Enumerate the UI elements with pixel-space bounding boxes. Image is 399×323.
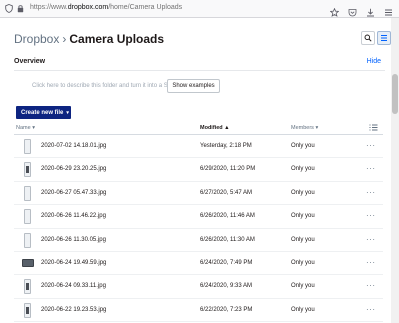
column-view-button[interactable]: [369, 124, 378, 133]
search-button[interactable]: [361, 31, 375, 45]
column-header-members[interactable]: Members ▾: [291, 125, 318, 131]
url-prefix: https://www.: [30, 4, 68, 11]
scrollbar-thumb[interactable]: [392, 74, 398, 114]
divider: [14, 70, 385, 71]
page-title: Camera Uploads: [69, 32, 165, 46]
file-name[interactable]: 2020-07-02 14.18.01.jpg: [41, 143, 106, 149]
file-modified: 6/24/2020, 7:49 PM: [200, 259, 253, 266]
table-row[interactable]: 2020-06-24 09.33.11.jpg 6/24/2020, 9:33 …: [14, 275, 383, 299]
column-header-modified[interactable]: Modified ▲: [200, 125, 230, 131]
table-row[interactable]: 2020-06-22 19.23.53.jpg 6/22/2020, 7:23 …: [14, 299, 383, 323]
url-text[interactable]: https://www.dropbox.com/home/Camera Uplo…: [30, 4, 182, 11]
file-members: Only you: [291, 306, 315, 313]
file-members: Only you: [291, 213, 315, 220]
file-name[interactable]: 2020-06-24 19.49.59.jpg: [41, 260, 106, 266]
file-members: Only you: [291, 259, 315, 266]
file-name[interactable]: 2020-06-29 23.20.25.jpg: [41, 166, 106, 172]
folder-description-placeholder[interactable]: Click here to describe this folder and t…: [32, 83, 181, 89]
file-name[interactable]: 2020-06-22 19.23.53.jpg: [41, 307, 106, 313]
url-host: dropbox.com: [67, 4, 109, 11]
image-thumbnail: [24, 279, 31, 295]
file-name[interactable]: 2020-06-24 09.33.11.jpg: [41, 283, 106, 289]
file-members: Only you: [291, 236, 315, 243]
scrollbar[interactable]: [391, 18, 399, 323]
image-thumbnail: [24, 209, 31, 225]
file-name[interactable]: 2020-06-27 05.47.33.jpg: [41, 190, 106, 196]
file-members: Only you: [291, 283, 315, 290]
more-options-icon[interactable]: ···: [366, 258, 376, 267]
create-new-file-button[interactable]: Create new file ▾: [16, 106, 71, 119]
search-icon: [364, 29, 372, 47]
table-row[interactable]: 2020-06-24 19.49.59.jpg 6/24/2020, 7:49 …: [14, 252, 383, 276]
table-row[interactable]: 2020-06-27 05.47.33.jpg 6/27/2020, 5:47 …: [14, 182, 383, 206]
file-members: Only you: [291, 143, 315, 149]
file-list: 2020-07-02 14.18.01.jpg Yesterday, 2:18 …: [14, 135, 383, 323]
more-options-icon[interactable]: ···: [366, 211, 376, 220]
image-thumbnail: [24, 232, 31, 248]
file-members: Only you: [291, 166, 315, 173]
create-new-file-label: Create new file: [21, 109, 64, 116]
file-modified: Yesterday, 2:18 PM: [200, 143, 252, 149]
table-row[interactable]: 2020-06-26 11.46.22.jpg 6/26/2020, 11:46…: [14, 205, 383, 229]
table-row[interactable]: 2020-06-26 11.30.05.jpg 6/26/2020, 11:30…: [14, 229, 383, 252]
url-path: /home/Camera Uploads: [108, 4, 183, 11]
more-options-icon[interactable]: ···: [366, 281, 376, 290]
table-row[interactable]: 2020-06-29 23.20.25.jpg 6/29/2020, 11:20…: [14, 158, 383, 182]
shield-icon[interactable]: [5, 0, 13, 18]
file-modified: 6/26/2020, 11:30 AM: [200, 236, 255, 243]
browser-url-bar: https://www.dropbox.com/home/Camera Uplo…: [0, 0, 399, 18]
file-modified: 6/24/2020, 9:33 AM: [200, 283, 253, 290]
file-modified: 6/29/2020, 11:20 PM: [200, 166, 256, 173]
breadcrumb-root-link[interactable]: Dropbox: [14, 32, 59, 46]
list-view-icon: [380, 29, 388, 47]
chevron-down-icon: ▾: [66, 109, 69, 116]
image-thumbnail: [24, 302, 31, 318]
list-view-button[interactable]: [377, 31, 391, 45]
file-name[interactable]: 2020-06-26 11.30.05.jpg: [41, 237, 106, 243]
download-icon[interactable]: [366, 4, 375, 22]
file-members: Only you: [291, 189, 315, 196]
more-options-icon[interactable]: ···: [366, 188, 376, 197]
column-header-name[interactable]: Name ▾: [16, 125, 35, 131]
file-modified: 6/22/2020, 7:23 PM: [200, 306, 253, 313]
breadcrumb-separator: ›: [62, 32, 67, 46]
overview-title: Overview: [14, 58, 46, 65]
image-thumbnail: [22, 258, 34, 267]
more-options-icon[interactable]: ···: [366, 141, 376, 150]
file-name[interactable]: 2020-06-26 11.46.22.jpg: [41, 213, 106, 219]
image-thumbnail: [24, 162, 31, 178]
breadcrumb: Dropbox › Camera Uploads: [14, 32, 164, 46]
bookmark-star-icon[interactable]: [329, 4, 340, 22]
table-row[interactable]: 2020-07-02 14.18.01.jpg Yesterday, 2:18 …: [14, 135, 383, 159]
more-options-icon[interactable]: ···: [366, 164, 376, 173]
image-thumbnail: [24, 139, 31, 154]
more-options-icon[interactable]: ···: [366, 235, 376, 244]
file-modified: 6/27/2020, 5:47 AM: [200, 189, 253, 196]
hide-overview-link[interactable]: Hide: [367, 58, 381, 65]
show-examples-button[interactable]: Show examples: [167, 79, 220, 93]
list-view-icon: [369, 124, 378, 133]
pocket-icon[interactable]: [348, 4, 357, 22]
file-modified: 6/26/2020, 11:46 AM: [200, 213, 255, 220]
more-options-icon[interactable]: ···: [366, 305, 376, 314]
lock-icon[interactable]: [17, 0, 24, 18]
image-thumbnail: [24, 185, 31, 201]
